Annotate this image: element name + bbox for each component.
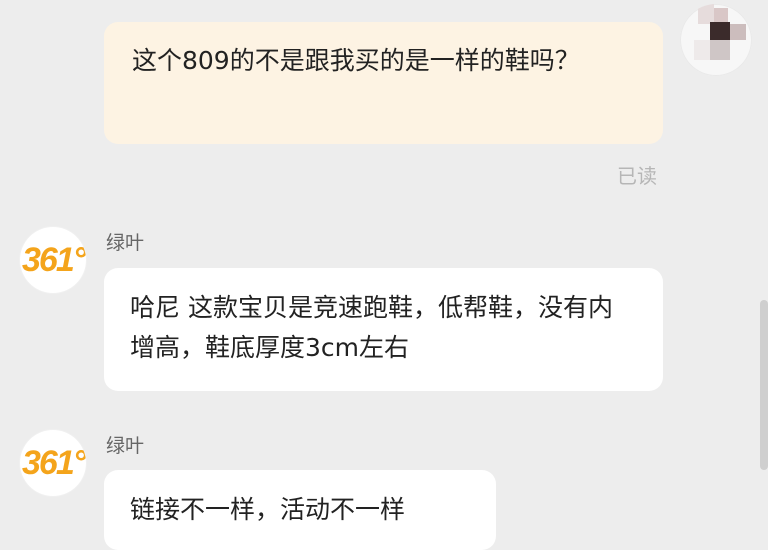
sender-name: 绿叶 — [106, 435, 145, 457]
message-text: 这个809的不是跟我买的是一样的鞋吗？ — [132, 46, 580, 75]
avatar-pixel — [698, 4, 714, 24]
chat-window: 这个809的不是跟我买的是一样的鞋吗？ 已读 361° 绿叶 哈尼 这款宝贝是竞… — [0, 0, 768, 550]
avatar-pixel — [710, 40, 730, 60]
shop-avatar[interactable]: 361° — [20, 227, 86, 293]
scrollbar[interactable] — [760, 300, 768, 470]
message-bubble-incoming[interactable]: 哈尼 这款宝贝是竞速跑鞋，低帮鞋，没有内增高，鞋底厚度3cm左右 — [104, 268, 663, 391]
sender-name: 绿叶 — [106, 232, 145, 254]
user-avatar[interactable] — [680, 4, 752, 76]
message-bubble-incoming[interactable]: 链接不一样，活动不一样 — [104, 470, 496, 550]
avatar-pixel — [730, 24, 746, 40]
message-bubble-outgoing[interactable]: 这个809的不是跟我买的是一样的鞋吗？ — [104, 22, 663, 144]
read-status: 已读 — [617, 164, 657, 188]
avatar-pixel — [694, 40, 710, 60]
avatar-pixel — [710, 22, 730, 40]
brand-logo: 361° — [22, 444, 86, 482]
brand-logo: 361° — [22, 241, 86, 279]
shop-avatar[interactable]: 361° — [20, 430, 86, 496]
message-text: 哈尼 这款宝贝是竞速跑鞋，低帮鞋，没有内增高，鞋底厚度3cm左右 — [130, 293, 613, 362]
